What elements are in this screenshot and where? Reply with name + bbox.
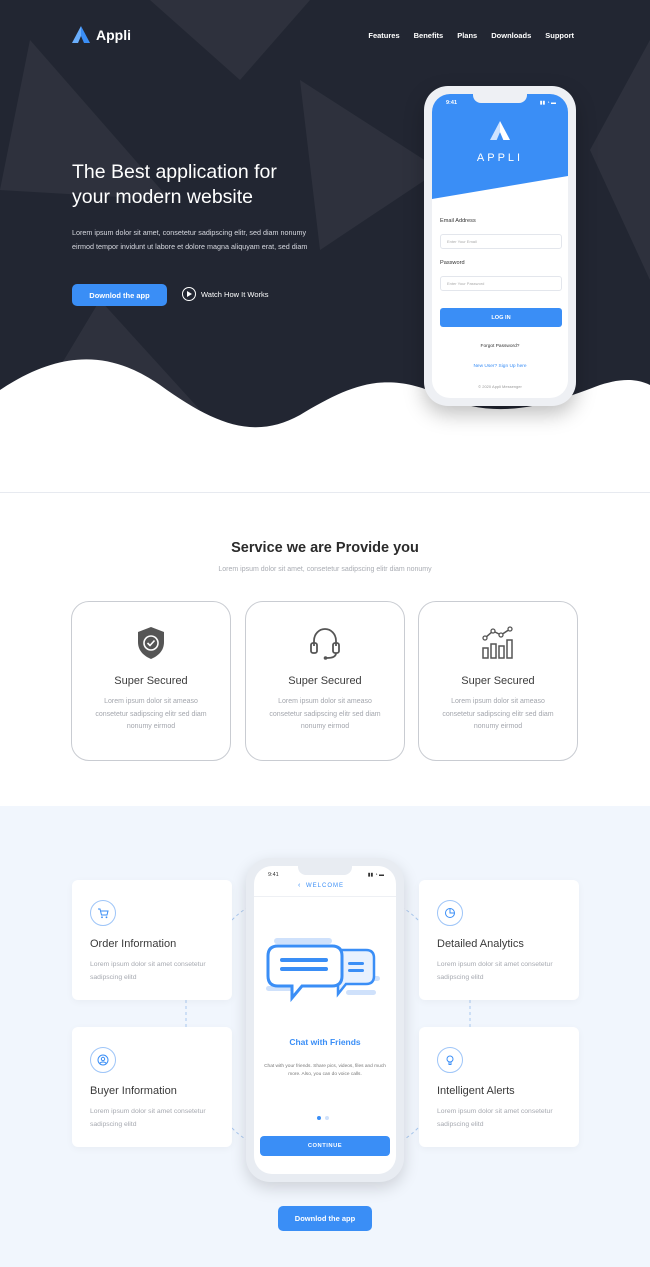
app-logo-icon [490,121,510,140]
feature-card-desc: Lorem ipsum dolor sit amet consetetur sa… [437,1108,553,1128]
hero-title-line1: The Best application for [72,161,277,183]
pager-dot[interactable] [325,1116,329,1120]
welcome-header: WELCOME [305,883,344,889]
nav-item-plans[interactable]: Plans [457,31,477,40]
service-card-title: Super Secured [288,675,362,687]
cart-icon [90,900,116,926]
login-phone-header: 9:41 ▮▮ ◔ ▬ APPLI [432,94,568,199]
top-nav: Appli Features Benefits Plans Downloads … [0,0,650,72]
app-brand: APPLI [476,152,524,164]
hero-title-line2: your modern website [72,186,254,208]
email-label: Email Address [440,218,476,224]
section-divider [0,492,650,493]
logo-icon [72,26,90,43]
feature-card: Order Information Lorem ipsum dolor sit … [72,880,232,1000]
bar-chart-icon [482,626,513,659]
status-time: 9:41 [446,100,458,106]
chat-description: Chat with your friends. Share pics, vide… [264,1064,386,1077]
bulb-icon [437,1047,463,1073]
pager-dot-active[interactable] [317,1116,321,1120]
chat-phone-mockup: 9:41 ▮▮ ◔ ▬ ‹ WELCOME Chat with Friends … [246,858,404,1182]
hero-title: The Best application for your modern web… [72,160,332,210]
pager-dots [317,1116,329,1120]
service-card: Super Secured Lorem ipsum dolor sit amea… [245,601,405,761]
feature-card-desc: Lorem ipsum dolor sit amet consetetur sa… [437,961,553,981]
nav-item-features[interactable]: Features [368,31,399,40]
service-card-desc: Lorem ipsum dolor sit ameaso consetetur … [95,698,207,730]
header-divider [254,896,396,897]
hero-description: Lorem ipsum dolor sit amet, consetetur s… [72,228,308,251]
services-subtitle: Lorem ipsum dolor sit amet, consetetur s… [218,566,432,573]
status-icons: ▮▮ ◔ ▬ [367,872,384,878]
brand-name: Appli [96,26,131,43]
service-card-title: Super Secured [461,675,535,687]
shield-check-icon [138,627,164,659]
feature-card-title: Detailed Analytics [437,938,524,950]
brand-logo[interactable]: Appli [72,26,131,43]
phone-notch [298,866,352,875]
feature-card-title: Intelligent Alerts [437,1085,515,1097]
watch-video-link[interactable]: Watch How It Works [182,287,269,301]
status-icons: ▮▮ ◔ ▬ [539,100,556,106]
feature-card: Buyer Information Lorem ipsum dolor sit … [72,1027,232,1147]
services-title: Service we are Provide you [231,540,419,556]
nav-menu: Features Benefits Plans Downloads Suppor… [368,31,574,40]
chat-phone-screen: 9:41 ▮▮ ◔ ▬ ‹ WELCOME Chat with Friends … [254,866,396,1174]
chat-title: Chat with Friends [289,1037,361,1047]
login-phone-screen: 9:41 ▮▮ ◔ ▬ APPLI Email Address Enter Yo… [432,94,568,398]
phone-notch [473,94,527,103]
feature-card-title: Buyer Information [90,1085,177,1097]
feature-card: Intelligent Alerts Lorem ipsum dolor sit… [419,1027,579,1147]
feature-card: Detailed Analytics Lorem ipsum dolor sit… [419,880,579,1000]
email-field[interactable]: Enter Your Email [440,234,562,249]
login-phone-mockup: 9:41 ▮▮ ◔ ▬ APPLI Email Address Enter Yo… [424,86,576,406]
login-button[interactable]: LOG IN [440,308,562,327]
forgot-password-link[interactable]: Forgot Password? [432,344,568,349]
nav-item-support[interactable]: Support [545,31,574,40]
download-app-button-bottom[interactable]: Downlod the app [278,1206,372,1231]
download-app-button[interactable]: Downlod the app [72,284,167,306]
headset-icon [310,628,340,660]
service-card-desc: Lorem ipsum dolor sit ameaso consetetur … [442,698,554,730]
nav-item-downloads[interactable]: Downloads [491,31,531,40]
service-card-title: Super Secured [114,675,188,687]
watch-video-label: Watch How It Works [201,289,269,299]
service-card: Super Secured Lorem ipsum dolor sit amea… [418,601,578,761]
service-card: Super Secured Lorem ipsum dolor sit amea… [71,601,231,761]
header-slant [432,176,568,199]
feature-card-title: Order Information [90,938,177,950]
continue-button[interactable]: CONTINUE [260,1136,390,1156]
copyright-text: © 2020 Appli Messenger [478,384,522,389]
password-label: Password [440,260,465,266]
password-field[interactable]: Enter Your Password [440,276,562,291]
play-icon [182,287,196,301]
chat-bubbles-illustration [266,938,380,1003]
analytics-icon [437,900,463,926]
service-card-desc: Lorem ipsum dolor sit ameaso consetetur … [269,698,381,730]
feature-card-desc: Lorem ipsum dolor sit amet consetetur sa… [90,961,206,981]
decor-triangle [590,40,650,280]
signup-link[interactable]: New User? Sign Up here [432,364,568,369]
user-icon [90,1047,116,1073]
nav-item-benefits[interactable]: Benefits [414,31,444,40]
status-time: 9:41 [268,872,279,878]
feature-card-desc: Lorem ipsum dolor sit amet consetetur sa… [90,1108,206,1128]
